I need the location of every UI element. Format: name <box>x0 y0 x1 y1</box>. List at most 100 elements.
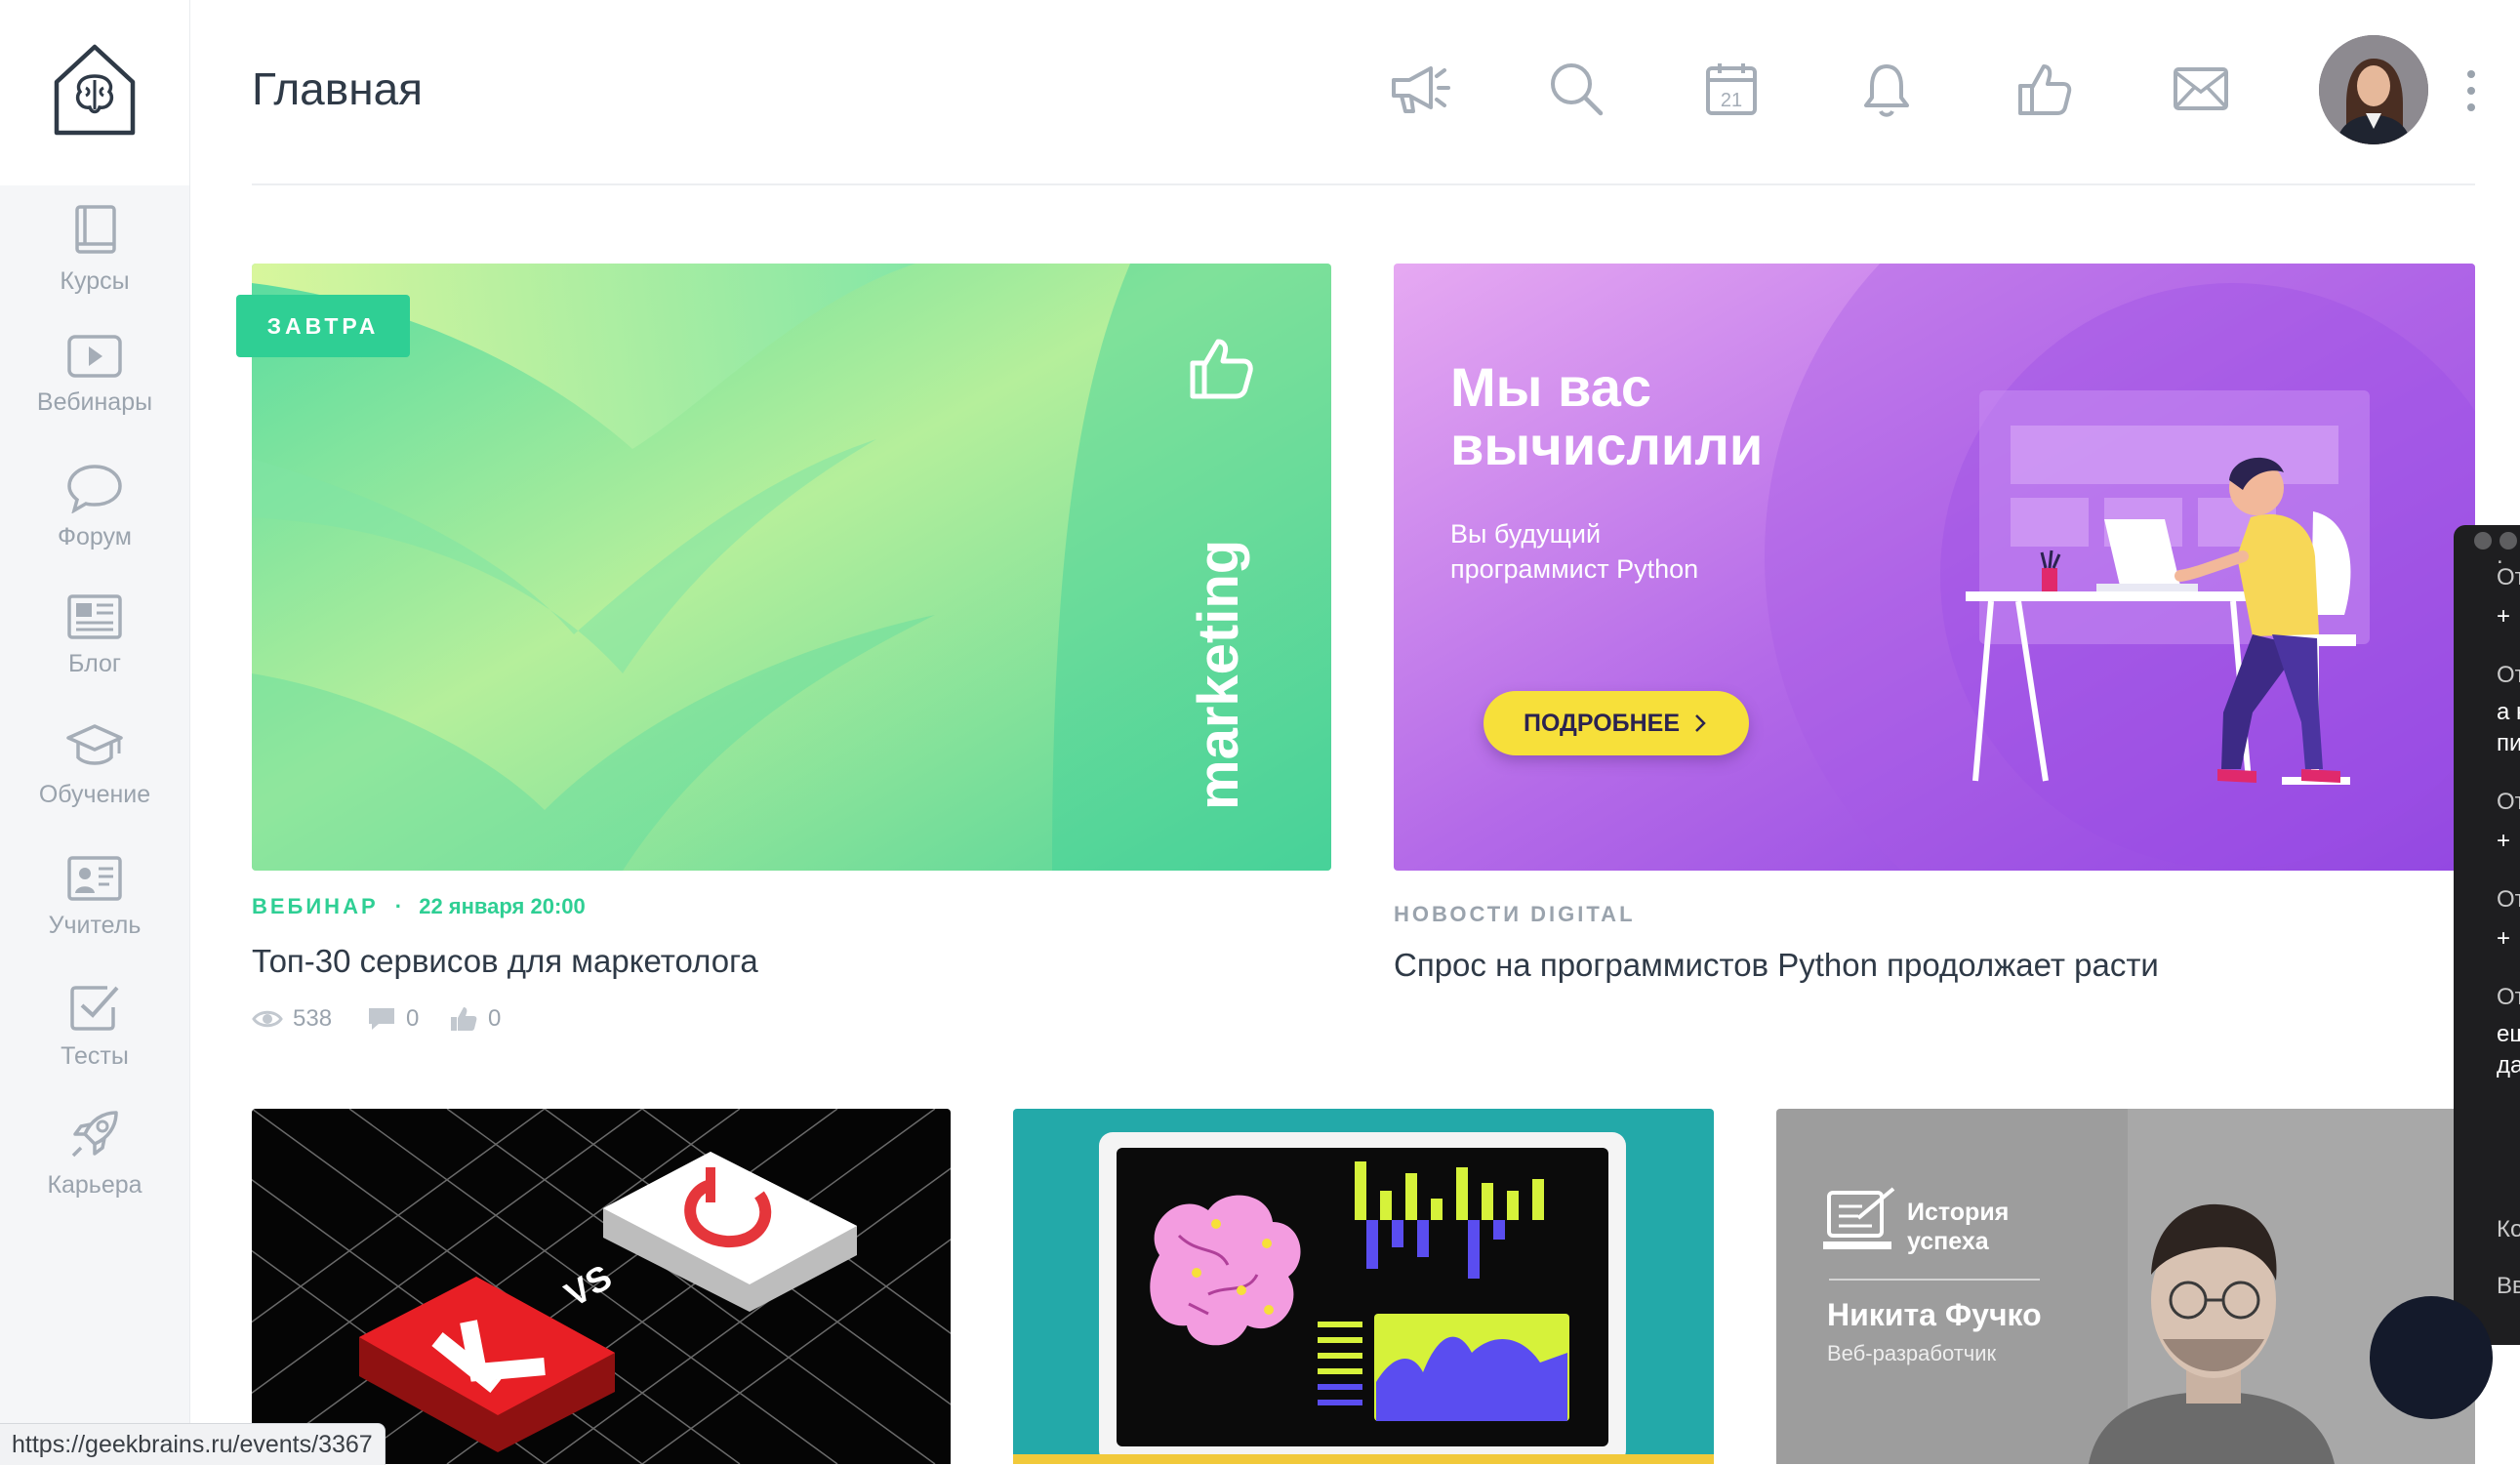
brain-monitor-art <box>1013 1109 1714 1464</box>
tomorrow-badge: ЗАВТРА <box>236 295 410 357</box>
sidebar-item-career[interactable]: Карьера <box>0 1107 189 1214</box>
webinar-card-image[interactable]: marketing <box>252 264 1331 871</box>
calendar-icon: 21 <box>1706 63 1757 115</box>
more-details-label: ПОДРОБНЕЕ <box>1523 709 1681 737</box>
person-role: Веб-разработчик <box>1827 1341 1997 1365</box>
sidebar-item-webinars[interactable]: Вебинары <box>0 334 189 441</box>
data-science-card-image[interactable] <box>1013 1109 1714 1464</box>
sidebar-item-label: Блог <box>67 650 122 677</box>
sidebar: Курсы Вебинары Форум Блог Обучение Учите… <box>0 0 190 1464</box>
more-details-button[interactable]: ПОДРОБНЕЕ <box>1484 691 1749 755</box>
success-story-card-image[interactable]: История успеха Никита Фучко Веб-разработ… <box>1776 1109 2475 1464</box>
card2-category: НОВОСТИ DIGITAL <box>1394 902 1636 926</box>
floating-panel: . От + От а н пи От + От + От ещ да Ко В… <box>2454 525 2520 1345</box>
promo-title-line1: Мы вас <box>1450 356 1651 418</box>
calendar-button[interactable]: 21 <box>1704 61 1763 119</box>
mail-icon <box>2174 67 2228 110</box>
promo-subtitle-line1: Вы будущий <box>1450 519 1601 549</box>
sidebar-item-teacher[interactable]: Учитель <box>0 855 189 962</box>
user-avatar[interactable] <box>2319 35 2428 144</box>
story-label-line2: успеха <box>1907 1228 1990 1255</box>
kebab-menu-icon <box>2467 70 2475 111</box>
card1-title-link[interactable]: Топ-30 сервисов для маркетолога <box>252 943 758 980</box>
notifications-button[interactable] <box>1862 61 1921 119</box>
promo-title-line2: вычислили <box>1450 415 1763 476</box>
user-photo <box>2319 35 2428 144</box>
megaphone-icon <box>1392 66 1450 113</box>
chat-bubble-icon <box>67 465 122 513</box>
panel-text: От <box>2497 662 2520 688</box>
likes-count: 0 <box>449 1005 501 1033</box>
teacher-board-icon <box>67 856 122 901</box>
sidebar-item-forum[interactable]: Форум <box>0 463 189 570</box>
meta-separator: · <box>394 894 403 918</box>
rocket-icon <box>71 1111 118 1158</box>
panel-text: От <box>2497 984 2520 1010</box>
sidebar-item-label: Курсы <box>60 267 130 295</box>
sidebar-item-label: Учитель <box>48 912 142 939</box>
panel-text: Ко <box>2497 1216 2520 1242</box>
sidebar-item-label: Тесты <box>61 1042 129 1070</box>
sidebar-item-label: Вебинары <box>36 388 153 416</box>
panel-text: а н <box>2497 699 2520 725</box>
panel-text: + <box>2497 925 2511 952</box>
story-label-line1: История <box>1907 1199 2009 1226</box>
header-divider <box>252 183 2475 185</box>
graduation-cap-icon <box>66 724 123 765</box>
panel-text: + <box>2497 603 2511 630</box>
checkbox-icon <box>70 986 119 1031</box>
sidebar-item-label: Карьера <box>47 1171 142 1199</box>
panel-text: ещ <box>2497 1021 2520 1047</box>
page-title: Главная <box>252 63 424 114</box>
sidebar-item-blog[interactable]: Блог <box>0 593 189 701</box>
comments-count: 0 <box>367 1005 419 1033</box>
comment-icon <box>369 1008 394 1030</box>
sidebar-item-label: Обучение <box>38 781 151 808</box>
play-icon <box>67 335 122 378</box>
comments-value: 0 <box>406 1005 420 1032</box>
search-button[interactable] <box>1548 61 1606 119</box>
sidebar-item-courses[interactable]: Курсы <box>0 203 189 310</box>
python-promo-art: Мы вас вычислили Вы будущий программист … <box>1394 264 2475 871</box>
views-count: 538 <box>252 1005 332 1033</box>
views-value: 538 <box>293 1005 333 1032</box>
sidebar-item-learning[interactable]: Обучение <box>0 722 189 830</box>
likes-value: 0 <box>488 1005 502 1032</box>
panel-text: От <box>2497 564 2520 590</box>
thumbs-up-icon <box>2018 64 2072 115</box>
book-icon <box>75 205 116 254</box>
chevron-right-icon <box>1695 714 1706 732</box>
panel-text: пи <box>2497 730 2520 756</box>
card1-meta: ВЕБИНАР · 22 января 20:00 <box>252 894 586 919</box>
panel-text: + <box>2497 828 2511 854</box>
kotlin-vs-art: VS <box>252 1109 951 1464</box>
messages-button[interactable] <box>2173 61 2231 119</box>
panel-text: От <box>2497 886 2520 913</box>
announcements-button[interactable] <box>1388 61 1450 119</box>
success-story-art: История успеха Никита Фучко Веб-разработ… <box>1776 1109 2475 1464</box>
category-label: ВЕБИНАР <box>252 894 379 918</box>
python-promo-banner[interactable]: Мы вас вычислили Вы будущий программист … <box>1394 264 2475 871</box>
eye-icon <box>252 1010 283 1028</box>
sidebar-item-label: Форум <box>58 523 132 550</box>
brain-house-logo-icon <box>54 44 136 136</box>
kotlin-vs-card-image[interactable]: VS <box>252 1109 951 1464</box>
likes-button[interactable] <box>2016 61 2075 119</box>
panel-text: да <box>2497 1052 2520 1078</box>
thumbs-up-icon <box>451 1007 477 1031</box>
bell-icon <box>1864 64 1909 117</box>
card2-title-link[interactable]: Спрос на программистов Python продолжает… <box>1394 947 2159 984</box>
logo[interactable] <box>0 0 189 185</box>
cover-text: marketing <box>1187 540 1250 810</box>
promo-subtitle-line2: программист Python <box>1450 554 1698 584</box>
chat-widget-button[interactable] <box>2370 1296 2493 1419</box>
newspaper-icon <box>67 594 122 639</box>
window-controls <box>2474 532 2517 549</box>
event-date: 22 января 20:00 <box>419 894 586 918</box>
calendar-day: 21 <box>1721 90 1742 111</box>
status-bar-url: https://geekbrains.ru/events/3367 <box>0 1423 386 1465</box>
search-icon <box>1551 63 1604 116</box>
person-name: Никита Фучко <box>1827 1297 2042 1332</box>
more-menu-button[interactable] <box>2459 66 2483 115</box>
sidebar-item-tests[interactable]: Тесты <box>0 982 189 1089</box>
